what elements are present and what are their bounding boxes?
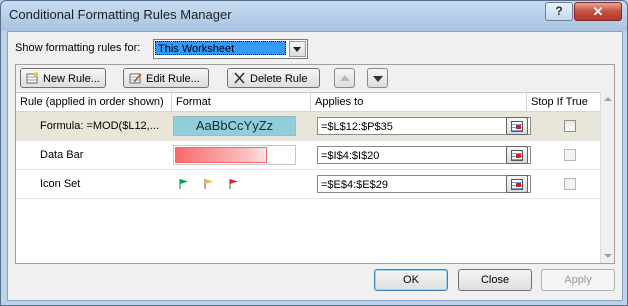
format-preview: [173, 145, 296, 165]
range-select-button[interactable]: [506, 146, 528, 164]
delete-rule-label: Delete Rule: [250, 73, 308, 85]
range-select-button[interactable]: [506, 175, 528, 193]
new-rule-icon: [26, 72, 39, 84]
chevron-down-icon[interactable]: [289, 41, 306, 57]
databar-preview: [175, 147, 267, 163]
edit-rule-icon: [129, 73, 142, 84]
rule-row[interactable]: Data Bar =$I$4:$I$20: [16, 141, 600, 170]
new-rule-button[interactable]: New Rule...: [20, 68, 106, 88]
stop-if-true-checkbox[interactable]: [564, 120, 576, 132]
rules-panel: New Rule... Edit Rule... Delete Rule Rul…: [15, 64, 615, 264]
ok-button[interactable]: OK: [374, 269, 448, 291]
close-button[interactable]: Close: [458, 269, 532, 291]
new-rule-label: New Rule...: [43, 73, 100, 85]
rules-scrollbar[interactable]: [600, 92, 614, 263]
applies-to-field[interactable]: =$E$4:$E$29: [317, 175, 531, 193]
rules-toolbar: New Rule... Edit Rule... Delete Rule: [16, 65, 614, 93]
rule-description: Data Bar: [40, 149, 84, 161]
stop-if-true-checkbox: [564, 178, 576, 190]
show-rules-dropdown[interactable]: This Worksheet: [153, 39, 308, 59]
rule-description: Icon Set: [40, 178, 81, 190]
col-applies-header: Applies to: [311, 93, 527, 111]
col-format-header: Format: [172, 93, 311, 111]
yellow-flag-icon: [204, 179, 213, 189]
title-bar: Conditional Formatting Rules Manager ? ✕: [1, 1, 627, 29]
rule-description: Formula: =MOD($L12,...: [40, 120, 159, 132]
dialog-title: Conditional Formatting Rules Manager: [9, 7, 232, 22]
applies-to-field[interactable]: =$I$4:$I$20: [317, 146, 531, 164]
col-stop-header: Stop If True: [531, 96, 588, 108]
applies-to-field[interactable]: =$L$12:$P$35: [317, 117, 531, 135]
edit-rule-button[interactable]: Edit Rule...: [123, 68, 209, 88]
help-button[interactable]: ?: [545, 2, 573, 21]
rule-row[interactable]: Icon Set =$E$4:$E$29: [16, 170, 600, 199]
apply-button: Apply: [541, 269, 615, 291]
show-rules-value: This Worksheet: [155, 41, 286, 55]
red-flag-icon: [229, 179, 238, 189]
dialog-window: Conditional Formatting Rules Manager ? ✕…: [0, 0, 628, 306]
green-flag-icon: [179, 179, 188, 189]
stop-if-true-checkbox: [564, 149, 576, 161]
format-preview: AaBbCcYyZz: [173, 116, 296, 136]
col-rule-header: Rule (applied in order shown): [16, 93, 172, 111]
rules-header: Rule (applied in order shown) Format App…: [16, 93, 600, 112]
show-rules-label: Show formatting rules for:: [15, 42, 141, 54]
window-close-button[interactable]: ✕: [574, 2, 622, 21]
scroll-down-icon[interactable]: [601, 249, 614, 263]
delete-x-icon: [234, 72, 245, 84]
edit-rule-label: Edit Rule...: [146, 73, 200, 85]
move-up-button[interactable]: [334, 68, 355, 88]
delete-rule-button[interactable]: Delete Rule: [227, 68, 320, 88]
rule-row[interactable]: Formula: =MOD($L12,... AaBbCcYyZz =$L$12…: [16, 112, 600, 141]
scroll-up-icon[interactable]: [601, 92, 614, 106]
dialog-body: Show formatting rules for: This Workshee…: [7, 31, 623, 301]
move-down-button[interactable]: [367, 68, 388, 88]
range-select-button[interactable]: [506, 117, 528, 135]
